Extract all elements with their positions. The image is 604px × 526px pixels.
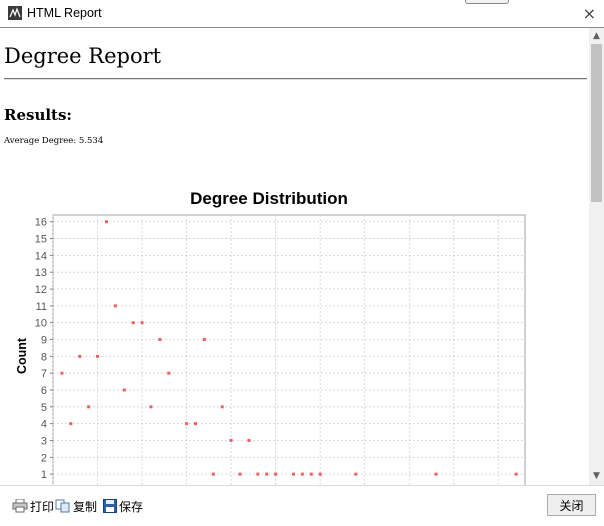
data-point <box>113 304 117 308</box>
data-point <box>274 472 278 476</box>
data-point <box>265 472 269 476</box>
scroll-down-icon[interactable]: ▼ <box>593 471 600 481</box>
data-point <box>158 338 162 342</box>
data-point <box>514 472 518 476</box>
data-point <box>78 354 82 358</box>
save-label: 保存 <box>119 499 144 514</box>
print-button[interactable]: 打印 <box>12 497 54 515</box>
title-divider <box>4 78 587 80</box>
y-tick-label: 4 <box>41 419 47 431</box>
print-label: 打印 <box>30 499 55 514</box>
report-view: Degree Report Results: Average Degree: 5… <box>0 28 589 485</box>
vertical-scrollbar[interactable]: ▲ ▼ <box>589 28 604 485</box>
data-point <box>291 472 295 476</box>
data-point <box>202 338 206 342</box>
degree-distribution-chart: Degree Distribution 05101520253035404550… <box>15 189 526 485</box>
data-point <box>104 220 108 224</box>
y-tick-label: 11 <box>36 301 47 313</box>
copy-icon <box>55 499 70 513</box>
average-degree-text: Average Degree: 5.534 <box>4 136 104 146</box>
data-point <box>318 472 322 476</box>
data-point <box>354 472 358 476</box>
data-point <box>309 472 313 476</box>
app-icon <box>8 6 22 20</box>
results-heading: Results: <box>4 106 72 124</box>
data-point <box>122 388 126 392</box>
y-tick-label: 3 <box>41 435 47 447</box>
data-point <box>131 321 135 325</box>
y-axis-label: Count <box>15 337 29 374</box>
background-button-fragment <box>465 0 509 4</box>
scrollbar-thumb[interactable] <box>591 44 602 202</box>
close-window-icon[interactable]: × <box>583 4 596 23</box>
data-point <box>193 422 197 426</box>
y-tick-label: 8 <box>41 351 47 363</box>
y-tick-label: 15 <box>35 234 47 246</box>
window-title: HTML Report <box>27 6 102 20</box>
y-tick-label: 16 <box>35 217 47 229</box>
data-point <box>238 472 242 476</box>
y-tick-label: 5 <box>41 402 47 414</box>
y-tick-label: 13 <box>35 267 47 279</box>
data-point <box>87 405 91 409</box>
data-point <box>300 472 304 476</box>
copy-label: 复制 <box>73 499 98 514</box>
data-point <box>256 472 260 476</box>
y-tick-label: 14 <box>35 250 47 262</box>
report-frame: Degree Report Results: Average Degree: 5… <box>0 27 604 485</box>
printer-icon <box>12 499 28 513</box>
y-tick-label: 12 <box>35 284 47 296</box>
y-tick-label: 7 <box>41 368 47 380</box>
data-point <box>247 438 251 442</box>
data-point <box>69 422 73 426</box>
copy-button[interactable]: 复制 <box>55 497 97 515</box>
floppy-disk-icon <box>103 499 117 513</box>
close-button[interactable]: 关闭 <box>547 494 596 516</box>
y-tick-label: 10 <box>35 318 47 330</box>
data-point <box>96 354 100 358</box>
data-point <box>60 371 64 375</box>
data-point <box>229 438 233 442</box>
bottom-toolbar: 打印 复制 保存 关闭 <box>0 485 604 526</box>
chart-title: Degree Distribution <box>190 189 348 208</box>
data-point <box>149 405 153 409</box>
y-tick-label: 1 <box>41 469 47 481</box>
y-tick-label: 2 <box>41 452 47 464</box>
data-point <box>434 472 438 476</box>
scroll-up-icon[interactable]: ▲ <box>593 31 600 41</box>
data-point <box>220 405 224 409</box>
y-tick-label: 9 <box>41 335 47 347</box>
title-bar: HTML Report × <box>0 0 604 27</box>
data-point <box>140 321 144 325</box>
save-button[interactable]: 保存 <box>103 497 143 515</box>
data-point <box>185 422 189 426</box>
data-point <box>211 472 215 476</box>
data-point <box>167 371 171 375</box>
y-tick-label: 6 <box>41 385 47 397</box>
report-title: Degree Report <box>4 44 162 68</box>
